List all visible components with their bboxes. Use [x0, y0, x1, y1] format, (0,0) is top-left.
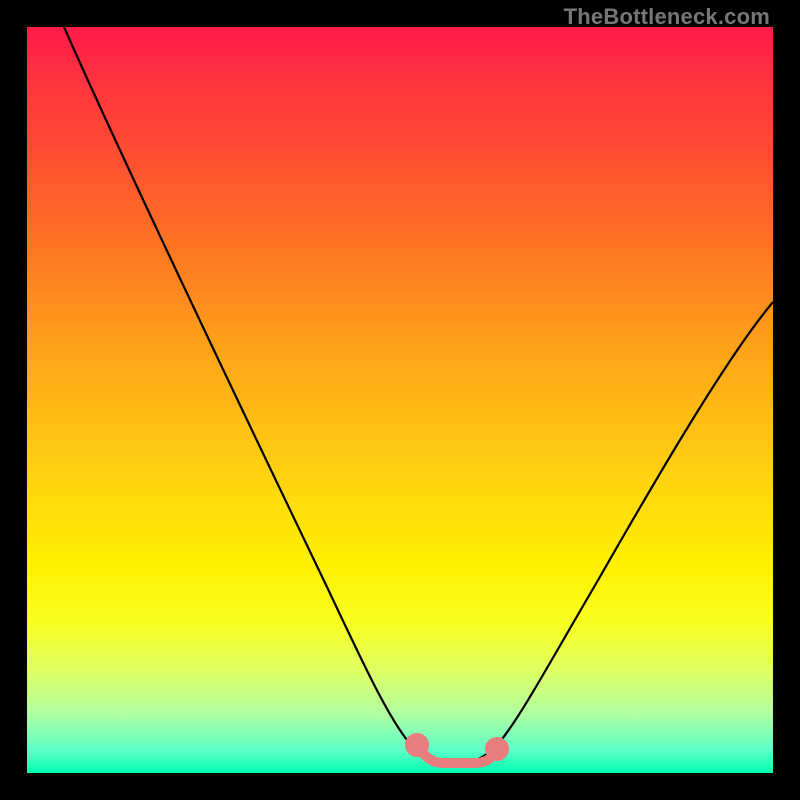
- chart-svg: [27, 27, 773, 773]
- plot-area: [27, 27, 773, 773]
- chart-container: TheBottleneck.com: [0, 0, 800, 800]
- optimal-range-marker: [410, 738, 504, 763]
- bottleneck-curve-line: [64, 27, 773, 765]
- watermark-text: TheBottleneck.com: [564, 4, 770, 30]
